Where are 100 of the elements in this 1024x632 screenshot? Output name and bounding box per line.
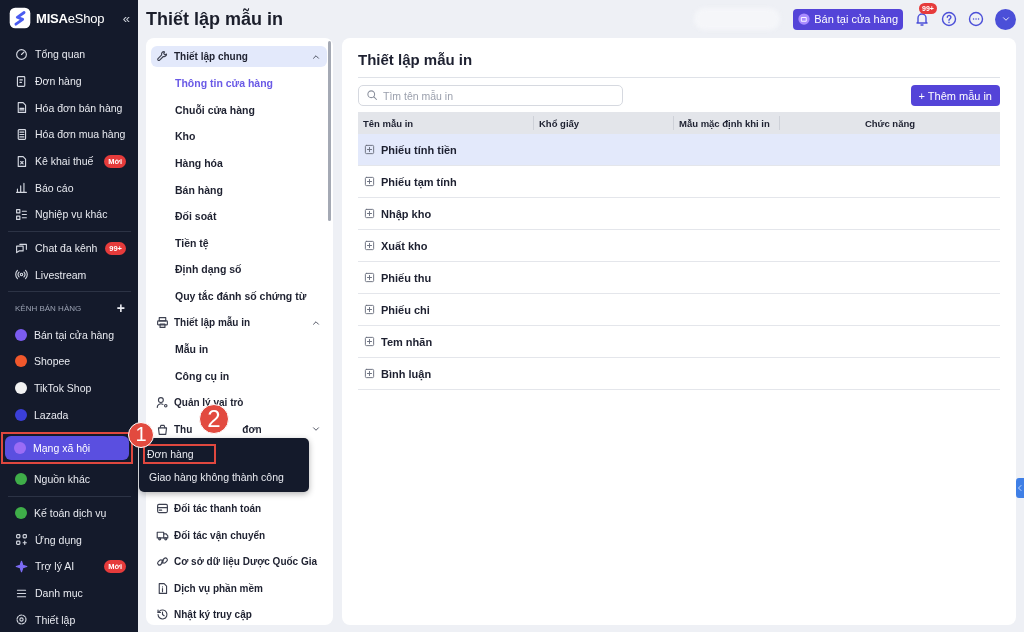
settings-item[interactable]: Chuỗi cửa hàng [151,96,327,124]
table-cell: Tem nhãn [381,335,433,348]
column-header: Chức năng [863,116,917,130]
search-icon [366,89,378,101]
sidebar-item[interactable]: Đơn hàng [6,67,133,95]
table-cell: Phiếu tạm tính [381,175,457,188]
table-row[interactable]: Phiếu thu [358,262,1000,294]
logo-icon [9,7,31,29]
sidebar-item[interactable]: Livestream [6,261,133,289]
settings-group-label[interactable]: Thu [174,423,193,435]
sidebar-item[interactable]: Báo cáo [6,174,133,202]
table-row[interactable]: Xuất kho [358,230,1000,262]
table-row[interactable]: Phiếu tính tiền [358,134,1000,166]
settings-group[interactable]: Đối tác vận chuyển [151,521,327,549]
settings-item[interactable]: Đối soát [151,202,327,230]
settings-group[interactable]: Dịch vụ phần mềm [151,575,327,602]
table-row[interactable]: Nhập kho [358,198,1000,230]
sidebar-item[interactable]: Tổng quan [6,41,133,68]
settings-group[interactable]: Cơ sở dữ liệu Dược Quốc Gia [151,548,327,576]
logo: MISAeShop [9,7,105,29]
table-cell: Bình luận [381,367,432,380]
sidebar-item[interactable]: Bán tại cửa hàng [6,321,133,348]
column-header: Tên mẫu in [358,116,534,130]
user-gear-icon [156,395,169,409]
page-title: Thiết lập mẫu in [146,8,283,30]
chevron-left-icon [1016,484,1024,492]
table-cell: Xuất kho [381,239,428,252]
sidebar-item[interactable]: Hóa đơn bán hàng [6,94,133,122]
table-cell: Phiếu thu [381,271,432,284]
wrench-icon [156,50,169,63]
settings-item[interactable]: Định dạng số [151,256,327,283]
card-icon [156,502,169,516]
collapse-button[interactable]: « [122,10,130,26]
settings-item[interactable]: Hàng hóa [151,149,327,177]
sidebar-item[interactable]: Shopee [6,347,133,375]
settings-item[interactable]: Quy tắc đánh số chứng từ [151,282,327,310]
sidebar-item[interactable]: Hóa đơn mua hàng [6,121,133,148]
expand-icon [364,368,375,379]
side-panel-toggle[interactable] [1016,478,1024,498]
settings-group[interactable]: Thiết lập mẫu in [151,309,327,336]
settings-item[interactable]: Bán hàng [151,176,327,203]
sidebar-item[interactable]: Nghiệp vụ khác [6,201,133,228]
settings-group[interactable]: Đối tác thanh toán [151,495,327,522]
sidebar-item[interactable]: Kế toán dịch vụ [6,499,133,527]
popup-menu-item[interactable]: Giao hàng không thành công [147,467,284,486]
expand-icon [364,272,375,283]
document-icon [15,154,28,168]
bar-chart-icon [15,181,28,195]
printer-icon [156,316,169,330]
document-info-icon [156,581,169,595]
sparkle-icon [15,559,28,573]
broadcast-icon [15,268,28,282]
sidebar-item[interactable]: Nguồn khác [6,465,133,493]
shop-icon [798,13,811,25]
sidebar-item[interactable]: TikTok Shop [6,374,133,402]
sidebar-item[interactable]: Mạng xã hội [5,435,129,460]
settings-group[interactable]: Nhật ký truy cập [151,601,327,629]
table-row[interactable]: Phiếu chi [358,294,1000,326]
settings-group-label[interactable]: đơn [242,423,262,435]
expand-icon [364,240,375,251]
chat-icon [15,241,28,255]
settings-item[interactable]: Kho [151,123,327,150]
history-icon [156,608,169,622]
store-button[interactable]: Bán tại cửa hàng [793,8,903,30]
table-row[interactable]: Tem nhãn [358,326,1000,358]
search-field[interactable]: Tìm tên mẫu in [358,85,623,106]
scrollbar[interactable] [328,41,331,221]
table-row[interactable]: Phiếu tạm tính [358,166,1000,198]
table-row[interactable]: Bình luận [358,358,1000,390]
sidebar-item[interactable]: Ứng dụng [6,526,133,553]
settings-item[interactable]: Mẫu in [151,335,327,363]
table-cell: Phiếu chi [381,303,430,316]
settings-icon [15,613,28,627]
apps-icon [15,533,28,547]
settings-group[interactable]: Thiết lập chung [151,46,327,67]
settings-item[interactable]: Thông tin cửa hàng [151,70,327,97]
add-button[interactable]: + [116,300,125,317]
table-cell: Nhập kho [381,207,432,220]
column-header: Khổ giấy [534,116,674,130]
expand-icon [364,208,375,219]
link-icon [156,555,169,569]
settings-item[interactable]: Công cụ in [151,362,327,390]
section-heading: KÊNH BÁN HÀNG [15,303,82,313]
expand-icon [364,144,375,155]
list-icon [15,207,28,221]
account-button[interactable] [995,8,1016,30]
more-icon [968,11,984,27]
sidebar-item[interactable]: Danh mục [6,579,133,607]
expand-icon [364,336,375,347]
column-header: Mẫu mặc định khi in [674,116,780,130]
clipboard-icon [15,74,28,88]
expand-icon [364,304,375,315]
bell-icon [914,11,930,27]
step-marker: 1 [128,421,154,448]
table-cell: Phiếu tính tiền [381,143,457,156]
chevron-down-icon [1000,14,1011,24]
popup-menu-item[interactable]: Đơn hàng [143,443,216,464]
sidebar-item[interactable]: Thiết lập [6,606,133,632]
settings-item[interactable]: Tiền tệ [151,229,327,257]
add-template-button[interactable]: + Thêm mẫu in [910,85,1000,106]
